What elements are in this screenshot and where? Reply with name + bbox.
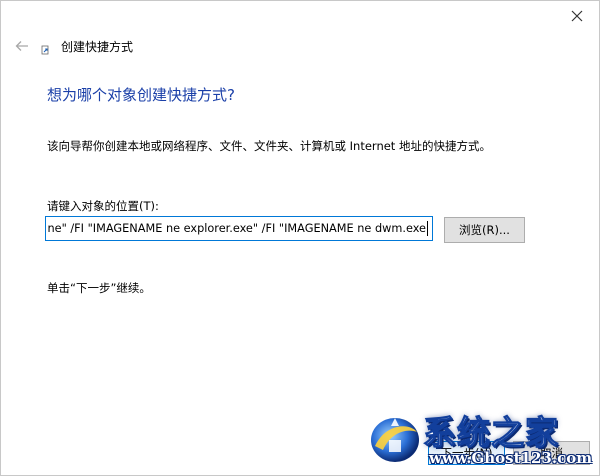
watermark-url: www.Ghost123.com	[429, 449, 593, 467]
watermark: 系统之家 www.Ghost123.com	[365, 406, 597, 474]
location-input[interactable]: ne" /FI "IMAGENAME ne explorer.exe" /FI …	[45, 216, 433, 241]
location-label: 请键入对象的位置(T):	[47, 199, 159, 213]
close-button[interactable]	[565, 5, 589, 27]
watermark-brand: 系统之家	[422, 412, 559, 452]
watermark-logo-icon	[371, 418, 419, 462]
continue-hint: 单击“下一步”继续。	[47, 281, 151, 295]
back-button[interactable]	[12, 37, 32, 55]
create-shortcut-window: 创建快捷方式 想为哪个对象创建快捷方式? 该向导帮你创建本地或网络程序、文件、文…	[0, 0, 600, 476]
browse-button[interactable]: 浏览(R)...	[444, 217, 525, 243]
location-input-value: ne" /FI "IMAGENAME ne explorer.exe" /FI …	[47, 222, 426, 235]
page-heading: 想为哪个对象创建快捷方式?	[47, 86, 235, 104]
wizard-description: 该向导帮你创建本地或网络程序、文件、文件夹、计算机或 Internet 地址的快…	[47, 139, 491, 153]
close-icon	[571, 10, 583, 22]
shortcut-icon	[41, 40, 53, 55]
back-arrow-icon	[15, 41, 28, 51]
wizard-title: 创建快捷方式	[61, 40, 134, 54]
text-caret	[427, 221, 428, 236]
